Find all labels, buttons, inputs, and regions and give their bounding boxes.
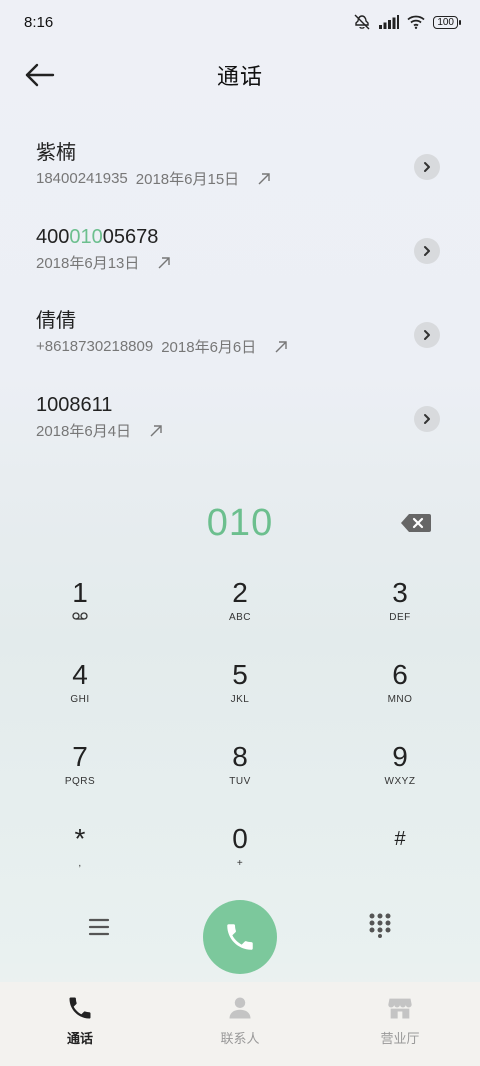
call-date: 2018年6月4日 (36, 423, 132, 440)
key-7[interactable]: 7 PQRS (0, 738, 160, 820)
outgoing-arrow-icon (150, 424, 162, 436)
key-letters: , (78, 858, 82, 869)
call-number: 18400241935 (36, 170, 128, 187)
phone-icon (227, 924, 253, 950)
key-digit: 2 (232, 577, 248, 608)
status-icons: 100 (353, 14, 461, 30)
call-name: 1008611 (36, 394, 113, 416)
chevron-right-icon (424, 246, 430, 256)
call-log-list: 紫楠 18400241935 2018年6月15日 40001005678 20… (0, 126, 480, 462)
bottom-tab-bar: 通话 联系人 营业厅 (0, 982, 480, 1066)
backspace-icon[interactable] (400, 513, 432, 533)
key-digit: 4 (72, 659, 88, 690)
outgoing-arrow-icon (275, 340, 287, 352)
key-digit: 1 (72, 577, 88, 608)
menu-icon[interactable] (86, 916, 112, 938)
call-details: 2018年6月13日 (36, 252, 444, 273)
key-letters (320, 858, 480, 870)
key-letters (0, 612, 160, 624)
store-icon (388, 998, 412, 1019)
call-log-item[interactable]: 倩倩 +8618730218809 2018年6月6日 (0, 294, 480, 378)
call-log-item[interactable]: 1008611 2018年6月4日 (0, 378, 480, 462)
call-name: 紫楠 (36, 142, 76, 164)
key-digit: 6 (392, 659, 408, 690)
wifi-icon (407, 15, 425, 29)
tab-contacts[interactable]: 联系人 (160, 982, 320, 1066)
key-star[interactable]: * , (0, 820, 160, 902)
key-letters: GHI (70, 694, 90, 705)
key-digit: 8 (232, 741, 248, 772)
voicemail-icon (72, 612, 88, 620)
outgoing-arrow-icon (258, 172, 270, 184)
call-number: +8618730218809 (36, 338, 154, 355)
details-button[interactable] (414, 406, 440, 432)
key-letters: + (236, 858, 244, 869)
call-details: 2018年6月4日 (36, 420, 444, 441)
keypad-grid-icon[interactable] (368, 912, 392, 938)
details-button[interactable] (414, 238, 440, 264)
key-digit: # (394, 828, 406, 850)
key-4[interactable]: 4 GHI (0, 656, 160, 738)
chevron-right-icon (424, 414, 430, 424)
dialer-actions (0, 898, 480, 974)
key-digit: 9 (392, 741, 408, 772)
tab-label: 联系人 (220, 1031, 260, 1046)
contact-icon (229, 997, 251, 1019)
details-button[interactable] (414, 154, 440, 180)
tab-calls[interactable]: 通话 (0, 982, 160, 1066)
key-digit: 0 (232, 823, 248, 854)
call-name-prefix: 400 (36, 226, 70, 248)
dial-keypad: 1 2 ABC 3 DEF 4 GHI 5 JKL 6 MNO 7 PQRS 8… (0, 574, 480, 902)
call-name: 倩倩 (36, 310, 76, 332)
key-6[interactable]: 6 MNO (320, 656, 480, 738)
signal-icon (379, 15, 400, 29)
outgoing-arrow-icon (158, 256, 171, 268)
call-name-suffix: 05678 (102, 226, 159, 248)
battery-icon: 100 (433, 15, 461, 29)
key-digit: 3 (392, 577, 408, 608)
status-bar: 8:16 100 (0, 0, 480, 44)
key-letters: ABC (228, 612, 252, 623)
key-digit: 7 (72, 741, 88, 772)
key-letters: WXYZ (384, 776, 416, 787)
phone-icon (69, 997, 91, 1019)
key-digit: * (74, 823, 86, 854)
mute-ring-icon (354, 14, 370, 30)
details-button[interactable] (414, 322, 440, 348)
key-8[interactable]: 8 TUV (160, 738, 320, 820)
chevron-right-icon (424, 162, 430, 172)
status-time: 8:16 (24, 13, 54, 31)
call-date: 2018年6月6日 (161, 339, 257, 356)
key-9[interactable]: 9 WXYZ (320, 738, 480, 820)
call-log-item[interactable]: 紫楠 18400241935 2018年6月15日 (0, 126, 480, 210)
key-letters: JKL (230, 694, 250, 705)
key-5[interactable]: 5 JKL (160, 656, 320, 738)
key-letters: DEF (389, 612, 411, 623)
call-date: 2018年6月13日 (36, 255, 140, 272)
key-3[interactable]: 3 DEF (320, 574, 480, 656)
key-letters: MNO (387, 694, 413, 705)
call-details: +8618730218809 2018年6月6日 (36, 336, 444, 357)
call-date: 2018年6月15日 (135, 171, 240, 188)
key-digit: 5 (232, 659, 248, 690)
call-details: 18400241935 2018年6月15日 (36, 168, 444, 189)
back-arrow-icon[interactable] (24, 60, 56, 90)
tab-store[interactable]: 营业厅 (320, 982, 480, 1066)
call-name: 40001005678 (36, 224, 444, 250)
header: 通话 (0, 50, 480, 100)
tab-label: 营业厅 (380, 1031, 420, 1046)
page-title: 通话 (216, 64, 263, 89)
tab-label: 通话 (66, 1031, 93, 1046)
call-name-highlight: 010 (69, 226, 103, 248)
call-button[interactable] (203, 900, 277, 974)
key-1[interactable]: 1 (0, 574, 160, 656)
key-2[interactable]: 2 ABC (160, 574, 320, 656)
key-0[interactable]: 0 + (160, 820, 320, 902)
key-hash[interactable]: # (320, 820, 480, 902)
chevron-right-icon (424, 330, 430, 340)
call-log-item[interactable]: 40001005678 2018年6月13日 (0, 210, 480, 294)
key-letters: PQRS (64, 776, 96, 787)
key-letters: TUV (229, 776, 251, 787)
